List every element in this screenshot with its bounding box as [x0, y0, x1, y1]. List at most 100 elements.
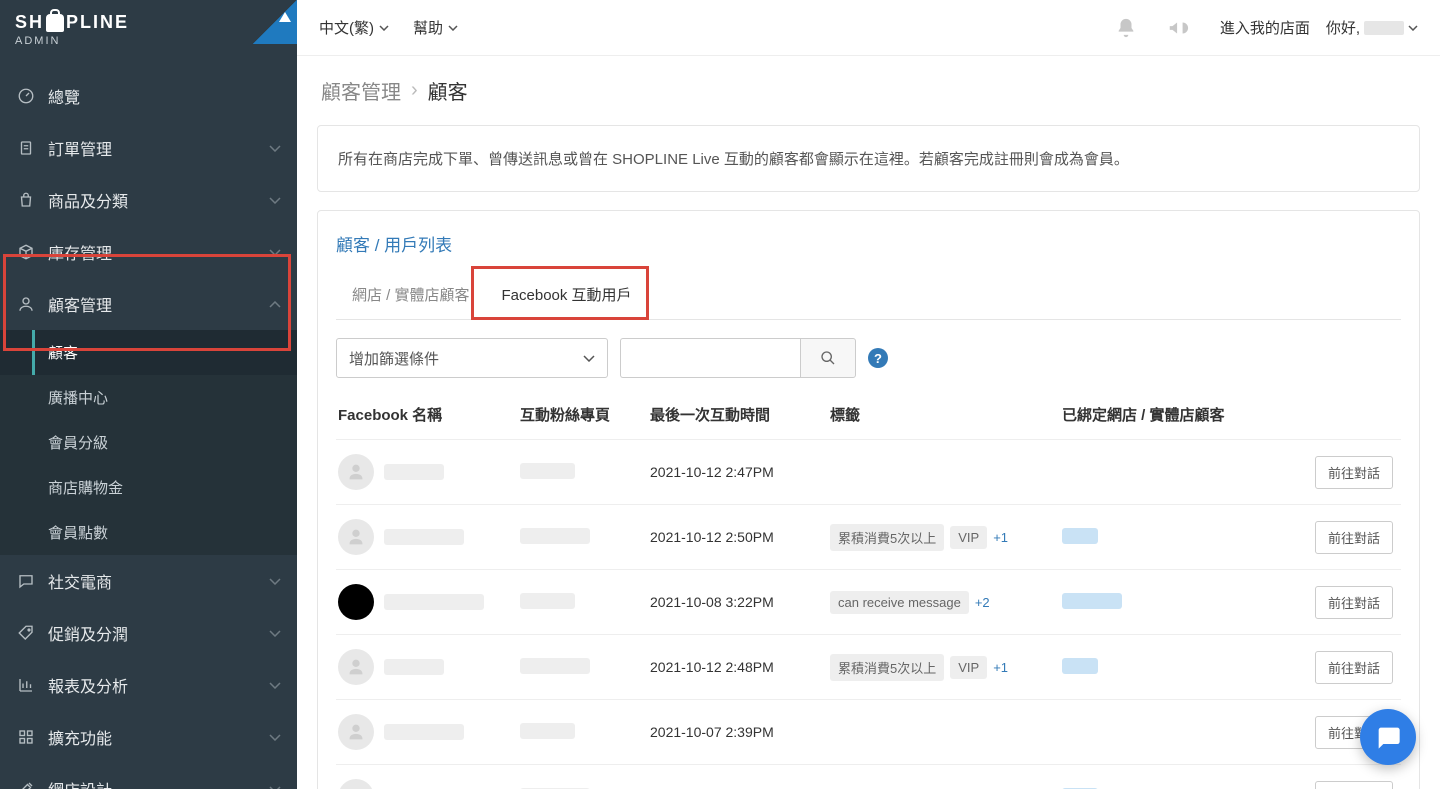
table-header: Facebook 名稱 互動粉絲專頁 最後一次互動時間 標籤 已綁定網店 / 實…	[336, 394, 1401, 439]
filter-row: 增加篩選條件 ?	[336, 338, 1401, 378]
tab-store-customers[interactable]: 網店 / 實體店顧客	[336, 274, 486, 319]
avatar	[338, 649, 374, 685]
logo-subtext: ADMIN	[15, 35, 282, 47]
nav-sub: 顧客廣播中心會員分級商店購物金會員點數	[0, 330, 297, 555]
chevron-down-icon	[269, 682, 281, 689]
nav-item-1[interactable]: 訂單管理	[0, 122, 297, 174]
last-interaction-time: 2021-10-07 2:39PM	[650, 724, 830, 740]
fb-name-redacted	[384, 594, 484, 610]
tag-more[interactable]: +2	[975, 595, 990, 610]
tag-icon	[16, 623, 36, 643]
go-to-chat-button[interactable]: 前往對話	[1315, 651, 1393, 684]
tag: VIP	[950, 656, 987, 679]
go-to-chat-button[interactable]: 前往對話	[1315, 586, 1393, 619]
chart-icon	[16, 675, 36, 695]
user-menu[interactable]: 你好,	[1326, 17, 1418, 38]
nav-item-8[interactable]: 擴充功能	[0, 711, 297, 763]
table-row[interactable]: 2021-10-12 2:47PM 前往對話	[336, 439, 1401, 504]
help-tooltip-icon[interactable]: ?	[868, 348, 888, 368]
go-to-chat-button[interactable]: 前往對話	[1315, 781, 1393, 789]
tab-facebook-users[interactable]: Facebook 互動用戶	[486, 274, 648, 319]
nav-sub-item-4[interactable]: 會員點數	[0, 510, 297, 555]
fan-page-redacted	[520, 593, 575, 609]
nav: 總覽 訂單管理 商品及分類 庫存管理 顧客管理 顧客廣播中心會員分級商店購物金會…	[0, 70, 297, 789]
last-interaction-time: 2021-10-12 2:50PM	[650, 529, 830, 545]
chevron-down-icon	[269, 145, 281, 152]
table-row[interactable]: 2021-10-12 2:50PM 累積消費5次以上VIP+1 前往對話	[336, 504, 1401, 569]
clipboard-icon	[16, 138, 36, 158]
nav-item-7[interactable]: 報表及分析	[0, 659, 297, 711]
chevron-down-icon	[448, 25, 458, 31]
notification-bell-icon[interactable]	[1114, 16, 1138, 40]
chevron-up-icon	[269, 301, 281, 308]
enter-store-link[interactable]: 進入我的店面	[1220, 17, 1310, 38]
table-row[interactable]: 2021-10-12 2:48PM 累積消費5次以上VIP+1 前往對話	[336, 634, 1401, 699]
bag-icon	[16, 190, 36, 210]
search-input[interactable]	[620, 338, 800, 378]
nav-label: 促銷及分潤	[48, 621, 128, 645]
filter-select[interactable]: 增加篩選條件	[336, 338, 608, 378]
go-to-chat-button[interactable]: 前往對話	[1315, 521, 1393, 554]
avatar	[338, 519, 374, 555]
search-button[interactable]	[800, 338, 856, 378]
table-row[interactable]: 2021-10-07 2:39PM 前往對話	[336, 699, 1401, 764]
language-selector[interactable]: 中文(繁)	[319, 17, 389, 38]
fan-page-redacted	[520, 723, 575, 739]
nav-label: 社交電商	[48, 569, 112, 593]
tag: can receive message	[830, 591, 969, 614]
breadcrumb-parent[interactable]: 顧客管理	[321, 76, 401, 105]
nav-label: 網店設計	[48, 777, 112, 789]
sidebar: SH PLINE ADMIN 總覽 訂單管理 商品及分類 庫存管理 顧客管理 顧…	[0, 0, 297, 789]
nav-sub-item-0[interactable]: 顧客	[0, 330, 297, 375]
greeting-label: 你好,	[1326, 17, 1360, 38]
nav-sub-item-1[interactable]: 廣播中心	[0, 375, 297, 420]
nav-label: 商品及分類	[48, 188, 128, 212]
nav-label: 訂單管理	[48, 136, 112, 160]
sidebar-corner-flag	[253, 0, 297, 44]
nav-item-0[interactable]: 總覽	[0, 70, 297, 122]
chevron-down-icon	[269, 197, 281, 204]
go-to-chat-button[interactable]: 前往對話	[1315, 456, 1393, 489]
nav-label: 報表及分析	[48, 673, 128, 697]
fb-name-redacted	[384, 659, 444, 675]
fan-page-redacted	[520, 463, 575, 479]
chevron-down-icon	[1408, 25, 1418, 31]
chat-bubble-icon	[1374, 723, 1402, 751]
nav-item-2[interactable]: 商品及分類	[0, 174, 297, 226]
chat-fab[interactable]	[1360, 709, 1416, 765]
nav-item-9[interactable]: 網店設計	[0, 763, 297, 789]
tag-more[interactable]: +1	[993, 530, 1008, 545]
avatar	[338, 454, 374, 490]
col-header-bound: 已綁定網店 / 實體店顧客	[1062, 404, 1282, 425]
announcement-megaphone-icon[interactable]	[1166, 16, 1190, 40]
fb-name-redacted	[384, 529, 464, 545]
card-title: 顧客 / 用戶列表	[336, 231, 1401, 256]
fan-page-redacted	[520, 658, 590, 674]
chevron-down-icon	[269, 630, 281, 637]
search-icon	[820, 350, 836, 366]
help-label: 幫助	[413, 17, 443, 38]
last-interaction-time: 2021-10-12 2:48PM	[650, 659, 830, 675]
nav-item-3[interactable]: 庫存管理	[0, 226, 297, 278]
nav-sub-item-3[interactable]: 商店購物金	[0, 465, 297, 510]
col-header-name: Facebook 名稱	[336, 404, 520, 425]
topbar: 中文(繁) 幫助 進入我的店面 你好,	[297, 0, 1440, 56]
nav-item-5[interactable]: 社交電商	[0, 555, 297, 607]
chevron-down-icon	[269, 249, 281, 256]
nav-sub-item-2[interactable]: 會員分級	[0, 420, 297, 465]
col-header-page: 互動粉絲專頁	[520, 404, 650, 425]
table-row[interactable]: 2021-10-08 3:22PM can receive message+2 …	[336, 569, 1401, 634]
nav-item-6[interactable]: 促銷及分潤	[0, 607, 297, 659]
help-menu[interactable]: 幫助	[413, 17, 458, 38]
info-banner: 所有在商店完成下單、曾傳送訊息或曾在 SHOPLINE Live 互動的顧客都會…	[317, 125, 1420, 192]
nav-item-4[interactable]: 顧客管理	[0, 278, 297, 330]
tag-more[interactable]: +1	[993, 660, 1008, 675]
nav-label: 擴充功能	[48, 725, 112, 749]
chevron-right-icon: ›	[411, 79, 418, 102]
customer-list-card: 顧客 / 用戶列表 網店 / 實體店顧客 Facebook 互動用戶 增加篩選條…	[317, 210, 1420, 789]
bound-customer-redacted	[1062, 593, 1122, 609]
chevron-down-icon	[379, 25, 389, 31]
chevron-down-icon	[269, 734, 281, 741]
table-row[interactable]: 2021-10-12 2:50PM 前往對話	[336, 764, 1401, 789]
breadcrumb-current: 顧客	[428, 76, 468, 105]
